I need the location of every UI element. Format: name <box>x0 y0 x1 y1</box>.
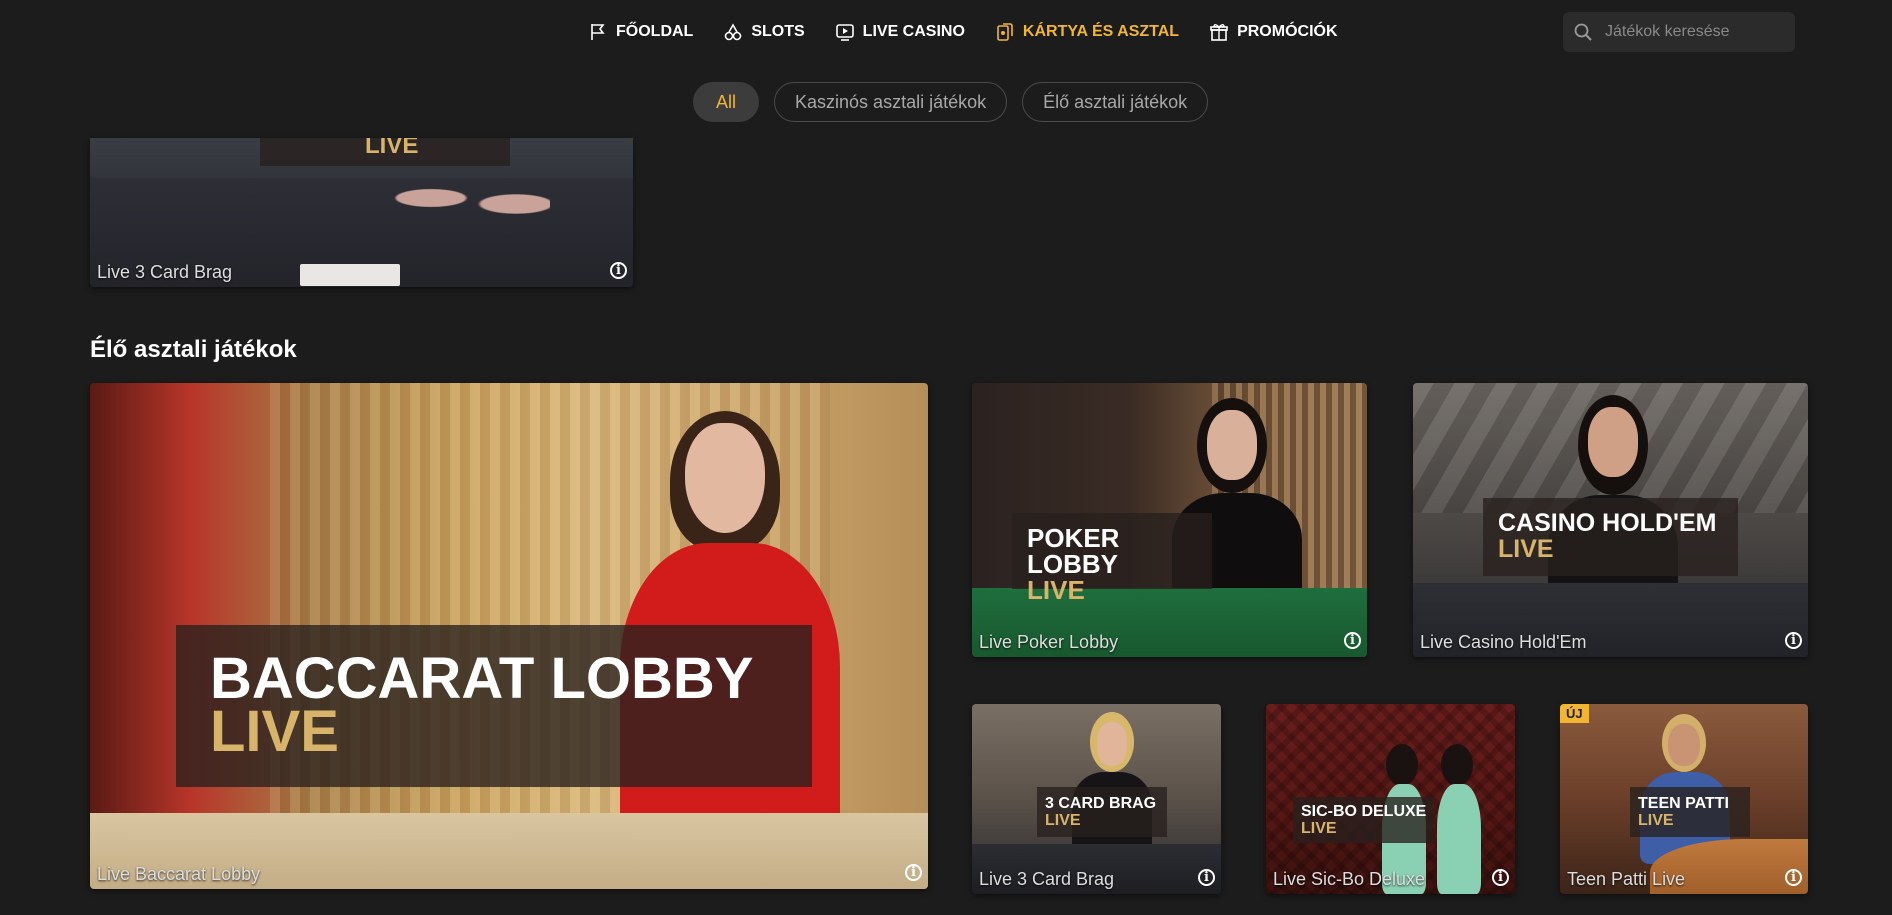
nav-item-label: LIVE CASINO <box>862 23 965 40</box>
info-icon[interactable]: i <box>1492 869 1509 886</box>
search-input[interactable] <box>1603 22 1787 42</box>
filter-chips: All Kaszinós asztali játékok Élő asztali… <box>693 82 1209 122</box>
tile-banner: LIVE <box>260 138 510 166</box>
cards-icon <box>997 23 1013 41</box>
filter-chip-all[interactable]: All <box>693 82 760 122</box>
info-icon[interactable]: i <box>905 864 922 881</box>
flag-icon <box>591 24 605 40</box>
info-icon[interactable]: i <box>1785 869 1802 886</box>
nav-item-slots[interactable]: SLOTS <box>723 20 805 44</box>
nav-item-cards-table[interactable]: KÁRTYA ÉS ASZTAL <box>995 20 1179 44</box>
tile-caption: Live Baccarat Lobby <box>97 864 261 884</box>
new-badge: ÚJ <box>1560 704 1589 723</box>
nav-item-label: KÁRTYA ÉS ASZTAL <box>1022 23 1180 40</box>
game-tile-casino-holdem[interactable]: CASINO HOLD'EM LIVE Live Casino Hold'Em … <box>1413 383 1808 657</box>
nav-item-home[interactable]: FŐOLDAL <box>588 20 693 44</box>
game-tile-sic-bo-deluxe[interactable]: SIC-BO DELUXE LIVE Live Sic-Bo Deluxe i <box>1266 704 1515 894</box>
info-icon[interactable]: i <box>1344 632 1361 649</box>
tile-caption: Live Poker Lobby <box>979 632 1119 652</box>
tile-banner: SIC-BO DELUXE LIVE <box>1293 797 1433 843</box>
search-icon <box>1574 23 1592 41</box>
game-tile-3-card-brag-top[interactable]: LIVE Live 3 Card Brag i <box>90 138 633 287</box>
tile-banner: TEEN PATTI LIVE <box>1630 787 1750 837</box>
nav-item-promotions[interactable]: PROMÓCIÓK <box>1209 20 1338 44</box>
info-icon[interactable]: i <box>1785 632 1802 649</box>
nav-item-live-casino[interactable]: LIVE CASINO <box>835 20 965 44</box>
filter-chip-casino-table-games[interactable]: Kaszinós asztali játékok <box>774 82 1008 122</box>
game-tile-baccarat-lobby[interactable]: BACCARAT LOBBY LIVE Live Baccarat Lobby … <box>90 383 928 889</box>
nav-menu: FŐOLDAL SLOTS LIVE CASINO KÁRTYA ÉS ASZT… <box>588 20 1368 44</box>
tile-banner: CASINO HOLD'EM LIVE <box>1483 498 1738 576</box>
game-tile-poker-lobby[interactable]: POKER LOBBY LIVE Live Poker Lobby i <box>972 383 1367 657</box>
search-box <box>1563 12 1795 52</box>
info-icon[interactable]: i <box>610 262 627 279</box>
cards-graphic <box>300 264 400 286</box>
tile-caption: Live Sic-Bo Deluxe <box>1273 869 1426 889</box>
info-icon[interactable]: i <box>1198 869 1215 886</box>
tile-banner: BACCARAT LOBBY LIVE <box>176 625 812 787</box>
top-navigation: FŐOLDAL SLOTS LIVE CASINO KÁRTYA ÉS ASZT… <box>0 0 1892 64</box>
filter-chip-live-table-games[interactable]: Élő asztali játékok <box>1022 82 1209 122</box>
tile-banner: 3 CARD BRAG LIVE <box>1037 787 1167 837</box>
dealer-hands <box>380 168 550 228</box>
tile-caption: Teen Patti Live <box>1567 869 1686 889</box>
play-screen-icon <box>835 24 854 41</box>
nav-item-label: SLOTS <box>751 23 805 40</box>
game-tile-3-card-brag[interactable]: 3 CARD BRAG LIVE Live 3 Card Brag i <box>972 704 1221 894</box>
tile-caption: Live 3 Card Brag <box>97 262 233 282</box>
game-tile-teen-patti[interactable]: ÚJ TEEN PATTI LIVE Teen Patti Live i <box>1560 704 1808 894</box>
tile-caption: Live 3 Card Brag <box>979 869 1115 889</box>
tile-caption: Live Casino Hold'Em <box>1420 632 1587 652</box>
cherries-icon <box>725 23 742 41</box>
gift-icon <box>1210 24 1228 41</box>
nav-item-label: FŐOLDAL <box>616 23 694 40</box>
section-title: Élő asztali játékok <box>90 336 297 363</box>
nav-item-label: PROMÓCIÓK <box>1237 23 1338 40</box>
tile-banner: POKER LOBBY LIVE <box>1012 513 1212 603</box>
